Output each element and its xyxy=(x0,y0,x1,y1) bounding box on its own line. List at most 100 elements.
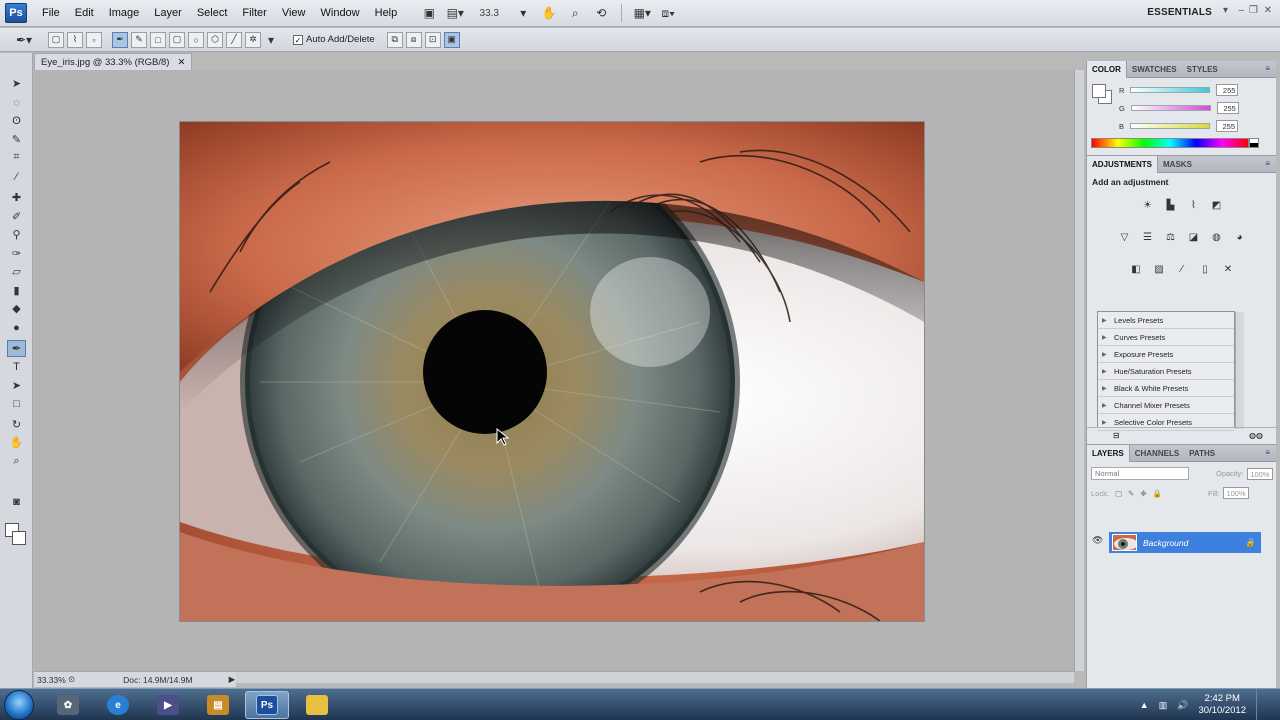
zoom-level[interactable]: 33.3 xyxy=(471,8,507,19)
color-spectrum[interactable] xyxy=(1091,138,1249,148)
panel-menu-icon[interactable]: ≡ xyxy=(1265,448,1270,457)
add-to-path-button[interactable]: ⧉ xyxy=(386,31,403,48)
blur-tool-icon[interactable]: ◆ xyxy=(7,300,26,317)
tab-styles[interactable]: STYLES xyxy=(1182,61,1223,78)
preset-exposure[interactable]: ▶ Exposure Presets xyxy=(1098,346,1234,363)
lasso-tool-icon[interactable]: ʘ xyxy=(7,112,26,129)
menu-view[interactable]: View xyxy=(282,7,306,19)
taskbar-file-manager[interactable]: ▤ xyxy=(196,691,240,719)
lock-pixels-icon[interactable]: ✎ xyxy=(1128,489,1134,498)
menu-image[interactable]: Image xyxy=(109,7,140,19)
menu-layer[interactable]: Layer xyxy=(154,7,182,19)
green-value[interactable]: 255 xyxy=(1216,102,1239,114)
menu-edit[interactable]: Edit xyxy=(75,7,94,19)
blue-value[interactable]: 255 xyxy=(1216,120,1239,132)
levels-icon[interactable]: ▙ xyxy=(1162,197,1179,213)
vibrance-icon[interactable]: ▽ xyxy=(1116,229,1133,245)
vertical-scrollbar[interactable] xyxy=(1074,70,1084,671)
exclude-path-button[interactable]: ▣ xyxy=(443,31,460,48)
close-icon[interactable]: ✕ xyxy=(1264,5,1272,16)
layer-row[interactable]: Background 🔒 xyxy=(1109,532,1261,553)
pen-tool-icon[interactable]: ✒ xyxy=(7,340,26,357)
hand-tool-icon[interactable]: ✋ xyxy=(7,434,26,451)
channel-mixer-icon[interactable]: ◕ xyxy=(1231,229,1248,245)
foreground-color-box[interactable] xyxy=(1092,84,1106,98)
gradient-map-icon[interactable]: ▯ xyxy=(1197,261,1214,277)
marquee-tool-icon[interactable]: ◌ xyxy=(7,94,26,111)
color-balance-icon[interactable]: ⚖ xyxy=(1162,229,1179,245)
preset-black-white[interactable]: ▶ Black & White Presets xyxy=(1098,380,1234,397)
menu-help[interactable]: Help xyxy=(375,7,398,19)
view-extras-button[interactable]: ▤▾ xyxy=(445,4,465,22)
red-value[interactable]: 255 xyxy=(1216,84,1239,96)
eye-icon[interactable]: 👁 xyxy=(1092,535,1103,546)
preset-levels[interactable]: ▶ Levels Presets xyxy=(1098,312,1234,329)
volume-icon[interactable]: 🔊 xyxy=(1177,700,1188,711)
menu-file[interactable]: File xyxy=(42,7,60,19)
eye-iris-image[interactable] xyxy=(180,122,924,621)
show-desktop-button[interactable] xyxy=(1256,689,1270,720)
preset-hue-saturation[interactable]: ▶ Hue/Saturation Presets xyxy=(1098,363,1234,380)
opacity-field[interactable]: 100% xyxy=(1246,467,1273,480)
invert-icon[interactable]: ◧ xyxy=(1128,261,1145,277)
tab-layers[interactable]: LAYERS xyxy=(1087,444,1130,462)
status-zoom-field[interactable]: 33.33% xyxy=(34,675,68,685)
freeform-pen-button[interactable]: ✎ xyxy=(131,31,147,48)
zoom-tool-icon[interactable]: ⌕ xyxy=(565,4,585,22)
red-slider[interactable] xyxy=(1130,87,1211,93)
fill-pixels-button[interactable]: ▫ xyxy=(86,31,102,48)
clock[interactable]: 2:42 PM 30/10/2012 xyxy=(1198,693,1246,717)
fill-field[interactable]: 100% xyxy=(1222,487,1249,499)
preset-channel-mixer[interactable]: ▶ Channel Mixer Presets xyxy=(1098,397,1234,414)
tab-masks[interactable]: MASKS xyxy=(1158,156,1197,173)
curves-icon[interactable]: ⌇ xyxy=(1185,197,1202,213)
line-button[interactable]: ╱ xyxy=(226,31,242,48)
arrange-documents-button[interactable]: ▦▾ xyxy=(632,4,652,22)
pen-option-button[interactable]: ✒ xyxy=(112,31,128,48)
brightness-contrast-icon[interactable]: ☀ xyxy=(1139,197,1156,213)
intersect-path-button[interactable]: ⊡ xyxy=(424,31,441,48)
blend-mode-select[interactable]: Normal xyxy=(1091,467,1189,480)
pen-tool-preset-icon[interactable]: ✒▾ xyxy=(14,31,34,49)
polygon-button[interactable]: ⬡ xyxy=(207,31,223,48)
launch-bridge-button[interactable]: ▣ xyxy=(419,4,439,22)
quick-selection-tool-icon[interactable]: ✎ xyxy=(7,131,26,148)
presets-scrollbar[interactable] xyxy=(1235,312,1244,429)
screen-mode-button[interactable]: ⧈▾ xyxy=(658,4,678,22)
chevron-down-icon[interactable]: ▾ xyxy=(513,4,533,22)
workspace-chevron-icon[interactable]: ▾ xyxy=(1223,5,1228,16)
posterize-icon[interactable]: ▨ xyxy=(1151,261,1168,277)
background-color-swatch[interactable] xyxy=(12,531,26,545)
black-white-icon[interactable]: ◪ xyxy=(1185,229,1202,245)
rotate-view-icon[interactable]: ⟲ xyxy=(591,4,611,22)
close-icon[interactable]: ✕ xyxy=(177,57,185,68)
crop-tool-icon[interactable]: ⌗ xyxy=(7,149,26,166)
eraser-tool-icon[interactable]: ▱ xyxy=(7,263,26,280)
photo-filter-icon[interactable]: ◍ xyxy=(1208,229,1225,245)
3d-rotate-tool-icon[interactable]: ↻ xyxy=(7,416,26,433)
start-orb-icon[interactable] xyxy=(4,690,34,720)
show-hidden-icons-icon[interactable]: ▲ xyxy=(1140,700,1149,710)
green-slider[interactable] xyxy=(1130,105,1211,111)
restore-icon[interactable]: ❐ xyxy=(1249,5,1258,16)
taskbar-internet-explorer[interactable]: e xyxy=(96,691,140,719)
history-brush-tool-icon[interactable]: ✑ xyxy=(7,245,26,262)
brush-tool-icon[interactable]: ✐ xyxy=(7,208,26,225)
lock-transparent-icon[interactable]: ▢ xyxy=(1115,489,1122,498)
panel-menu-icon[interactable]: ≡ xyxy=(1265,159,1270,168)
chevron-down-icon[interactable]: ▾ xyxy=(261,31,281,49)
status-menu-arrow-icon[interactable]: ▶ xyxy=(229,674,236,685)
tab-paths[interactable]: PATHS xyxy=(1184,445,1220,462)
document-tab[interactable]: Eye_iris.jpg @ 33.3% (RGB/8) ✕ xyxy=(34,53,193,70)
paths-button[interactable]: ⌇ xyxy=(67,31,83,48)
preset-curves[interactable]: ▶ Curves Presets xyxy=(1098,329,1234,346)
move-tool-icon[interactable]: ➤ xyxy=(7,75,26,92)
black-white-ramp[interactable] xyxy=(1249,138,1259,148)
taskbar-windows-explorer[interactable] xyxy=(295,691,339,719)
minimize-icon[interactable]: – xyxy=(1238,5,1244,16)
hue-saturation-icon[interactable]: ☰ xyxy=(1139,229,1156,245)
auto-add-delete-checkbox[interactable]: ✓ xyxy=(293,34,303,45)
return-to-list-icon[interactable]: ⊟ xyxy=(1113,431,1120,440)
path-selection-tool-icon[interactable]: ➤ xyxy=(7,377,26,394)
menu-filter[interactable]: Filter xyxy=(242,7,266,19)
